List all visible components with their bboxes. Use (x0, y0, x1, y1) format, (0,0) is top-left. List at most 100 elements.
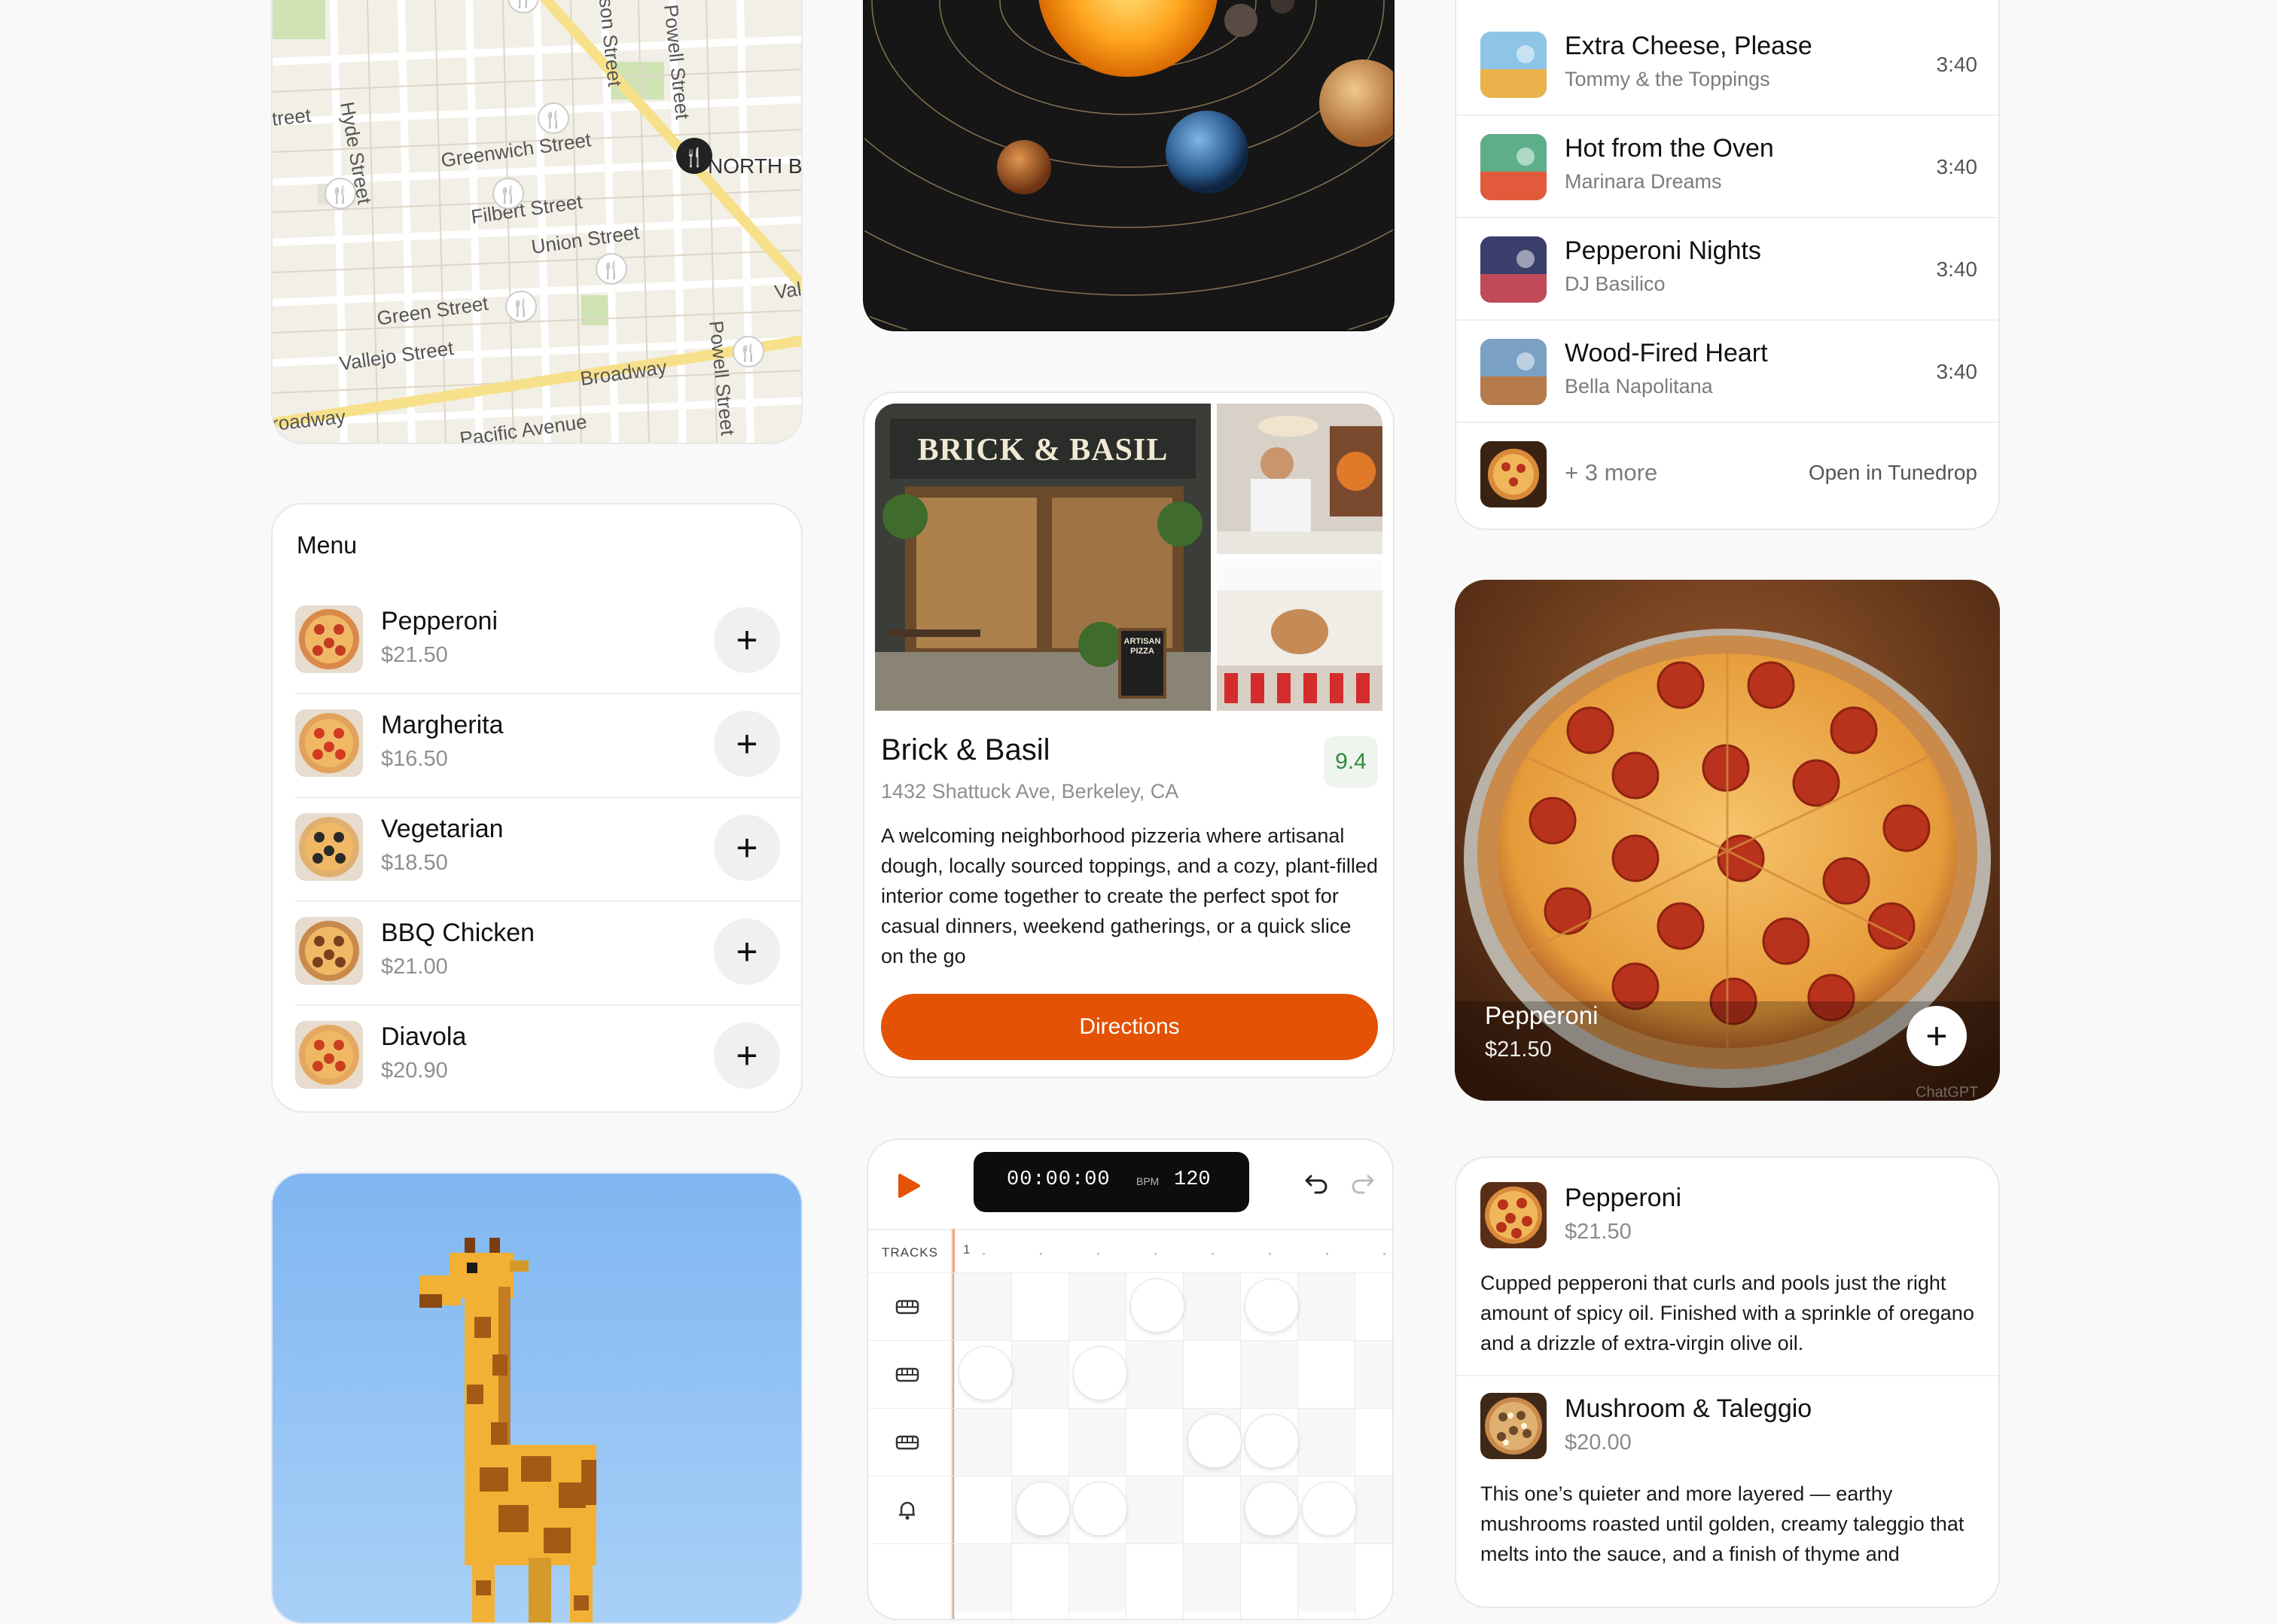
menu-item[interactable]: BBQ Chicken $21.00 + (273, 917, 801, 1021)
active-step[interactable] (1245, 1482, 1299, 1536)
playlist-track[interactable]: Extra Cheese, Please Tommy & the Topping… (1456, 14, 1998, 116)
active-step[interactable] (1073, 1346, 1127, 1400)
playlist-track[interactable]: Wood-Fired Heart Bella Napolitana 3:40 (1456, 321, 1998, 423)
track-title: Hot from the Oven (1565, 134, 1774, 163)
menu-card: Menu Pepperoni $21.50 + Margherita $16.5… (271, 503, 803, 1113)
bpm-label: BPM (1136, 1175, 1160, 1187)
beat-sequencer-card: 00:00:00 BPM 120 TRACKS 1 (867, 1138, 1394, 1620)
active-step[interactable] (1187, 1414, 1242, 1468)
svg-text:🍴: 🍴 (683, 147, 706, 168)
album-art (1480, 339, 1547, 405)
add-item-button[interactable]: + (714, 1022, 780, 1089)
track-duration: 3:40 (1936, 257, 1978, 281)
restaurant-storefront-photo[interactable]: BRICK & BASIL ARTISAN PIZZA (875, 404, 1211, 711)
pizza-thumbnail (1480, 1182, 1547, 1248)
menu-item-name: Vegetarian (381, 815, 504, 843)
menu-item-price: $16.50 (381, 747, 448, 771)
active-step[interactable] (959, 1346, 1013, 1400)
track-artist: Bella Napolitana (1565, 375, 1713, 398)
album-art (1480, 236, 1547, 303)
restaurant-pin[interactable]: 🍴 (596, 253, 627, 285)
bar-number: 1 (963, 1242, 971, 1257)
add-item-button[interactable]: + (714, 607, 780, 673)
menu-title: Menu (297, 532, 358, 559)
featured-pizza-name: Pepperoni (1485, 1001, 1599, 1029)
pizza-thumbnail (295, 813, 363, 881)
map-view[interactable]: Greenwich Street Filbert Street Union St… (273, 0, 803, 444)
active-step[interactable] (1130, 1278, 1184, 1333)
svg-text:🍴: 🍴 (513, 0, 533, 9)
pizza-chef-photo[interactable] (1217, 404, 1382, 554)
more-tracks-row[interactable]: + 3 more Open in Tunedrop (1456, 423, 1998, 526)
menu-item-name: Margherita (381, 711, 504, 739)
menu-item-price: $21.50 (381, 643, 448, 667)
solar-system-image-card[interactable] (863, 0, 1395, 331)
map-card[interactable]: Greenwich Street Filbert Street Union St… (271, 0, 803, 444)
track-title: Extra Cheese, Please (1565, 32, 1812, 60)
bell-icon[interactable] (894, 1497, 921, 1524)
pizza-description: Cupped pepperoni that curls and pools ju… (1480, 1272, 1974, 1354)
restaurant-pin[interactable]: 🍴 (325, 178, 356, 209)
more-tracks-label: + 3 more (1565, 459, 1658, 486)
restaurant-pin[interactable]: 🍴 (538, 102, 569, 134)
street-label: Val (773, 277, 803, 303)
track-title: Pepperoni Nights (1565, 236, 1761, 265)
menu-item[interactable]: Margherita $16.50 + (273, 709, 801, 813)
restaurant-interior-photo[interactable] (1217, 560, 1382, 711)
playlist-track[interactable]: Pepperoni Nights DJ Basilico 3:40 (1456, 218, 1998, 321)
active-step[interactable] (1073, 1482, 1127, 1536)
svg-text:🍴: 🍴 (330, 185, 350, 205)
svg-text:🍴: 🍴 (601, 261, 621, 280)
svg-text:🍴: 🍴 (511, 298, 531, 318)
pizza-thumbnail (295, 605, 363, 673)
active-step[interactable] (1302, 1482, 1356, 1536)
pizza-description: This one’s quieter and more layered — ea… (1480, 1482, 1965, 1565)
svg-text:🍴: 🍴 (738, 343, 758, 363)
menu-item[interactable]: Diavola $20.90 + (273, 1021, 801, 1111)
restaurant-pin[interactable]: 🍴 (492, 178, 524, 209)
undo-icon[interactable] (1302, 1167, 1332, 1197)
active-step[interactable] (1016, 1482, 1070, 1536)
keyboard-icon[interactable] (894, 1361, 921, 1388)
giraffe-image-card[interactable] (271, 1172, 803, 1624)
active-step[interactable] (1245, 1414, 1299, 1468)
menu-item[interactable]: Vegetarian $18.50 + (273, 813, 801, 917)
add-item-button[interactable]: + (714, 815, 780, 881)
solar-system-illustration (864, 0, 1393, 330)
pizza-thumbnail (295, 1021, 363, 1089)
keyboard-icon[interactable] (894, 1293, 921, 1321)
restaurant-card: BRICK & BASIL ARTISAN PIZZA Brick & Basi… (863, 392, 1395, 1078)
restaurant-description: A welcoming neighborhood pizzeria where … (881, 824, 1378, 967)
menu-item-name: Pepperoni (381, 607, 498, 635)
pizza-details-card: Pepperoni $21.50 Cupped pepperoni that c… (1455, 1156, 2000, 1608)
open-in-tunedrop-link[interactable]: Open in Tunedrop (1809, 461, 1977, 485)
menu-item-name: BBQ Chicken (381, 919, 535, 947)
pizza-price: $20.00 (1565, 1431, 1632, 1455)
add-item-button[interactable]: + (714, 919, 780, 985)
redo-icon[interactable] (1347, 1167, 1377, 1197)
playlist-track[interactable]: Hot from the Oven Marinara Dreams 3:40 (1456, 116, 1998, 218)
restaurant-pin[interactable]: 🍴 (733, 336, 764, 367)
directions-button[interactable]: Directions (881, 994, 1378, 1060)
add-item-button[interactable]: + (714, 711, 780, 777)
play-button[interactable] (897, 1173, 921, 1199)
menu-item-price: $21.00 (381, 955, 448, 979)
bpm-value[interactable]: 120 (1174, 1168, 1211, 1191)
track-artist: Marinara Dreams (1565, 170, 1722, 193)
pizza-thumbnail (1480, 1393, 1547, 1459)
rating-badge: 9.4 (1324, 736, 1378, 788)
track-duration: 3:40 (1936, 155, 1978, 178)
featured-pizza-card[interactable]: Pepperoni $21.50 + ChatGPT (1455, 580, 2000, 1101)
active-step[interactable] (1245, 1278, 1299, 1333)
track-title: Wood-Fired Heart (1565, 339, 1768, 367)
keyboard-icon[interactable] (894, 1429, 921, 1456)
menu-item-price: $18.50 (381, 851, 448, 875)
menu-item[interactable]: Pepperoni $21.50 + (273, 605, 801, 709)
voxel-giraffe-illustration (419, 1238, 596, 1622)
restaurant-pin[interactable]: 🍴 (505, 291, 537, 322)
add-to-cart-button[interactable]: + (1907, 1006, 1967, 1066)
timecode: 00:00:00 (1007, 1168, 1111, 1191)
street-label: treet (273, 104, 312, 130)
selected-restaurant-pin[interactable]: 🍴 (676, 138, 712, 174)
featured-pizza-price: $21.50 (1485, 1037, 1552, 1062)
